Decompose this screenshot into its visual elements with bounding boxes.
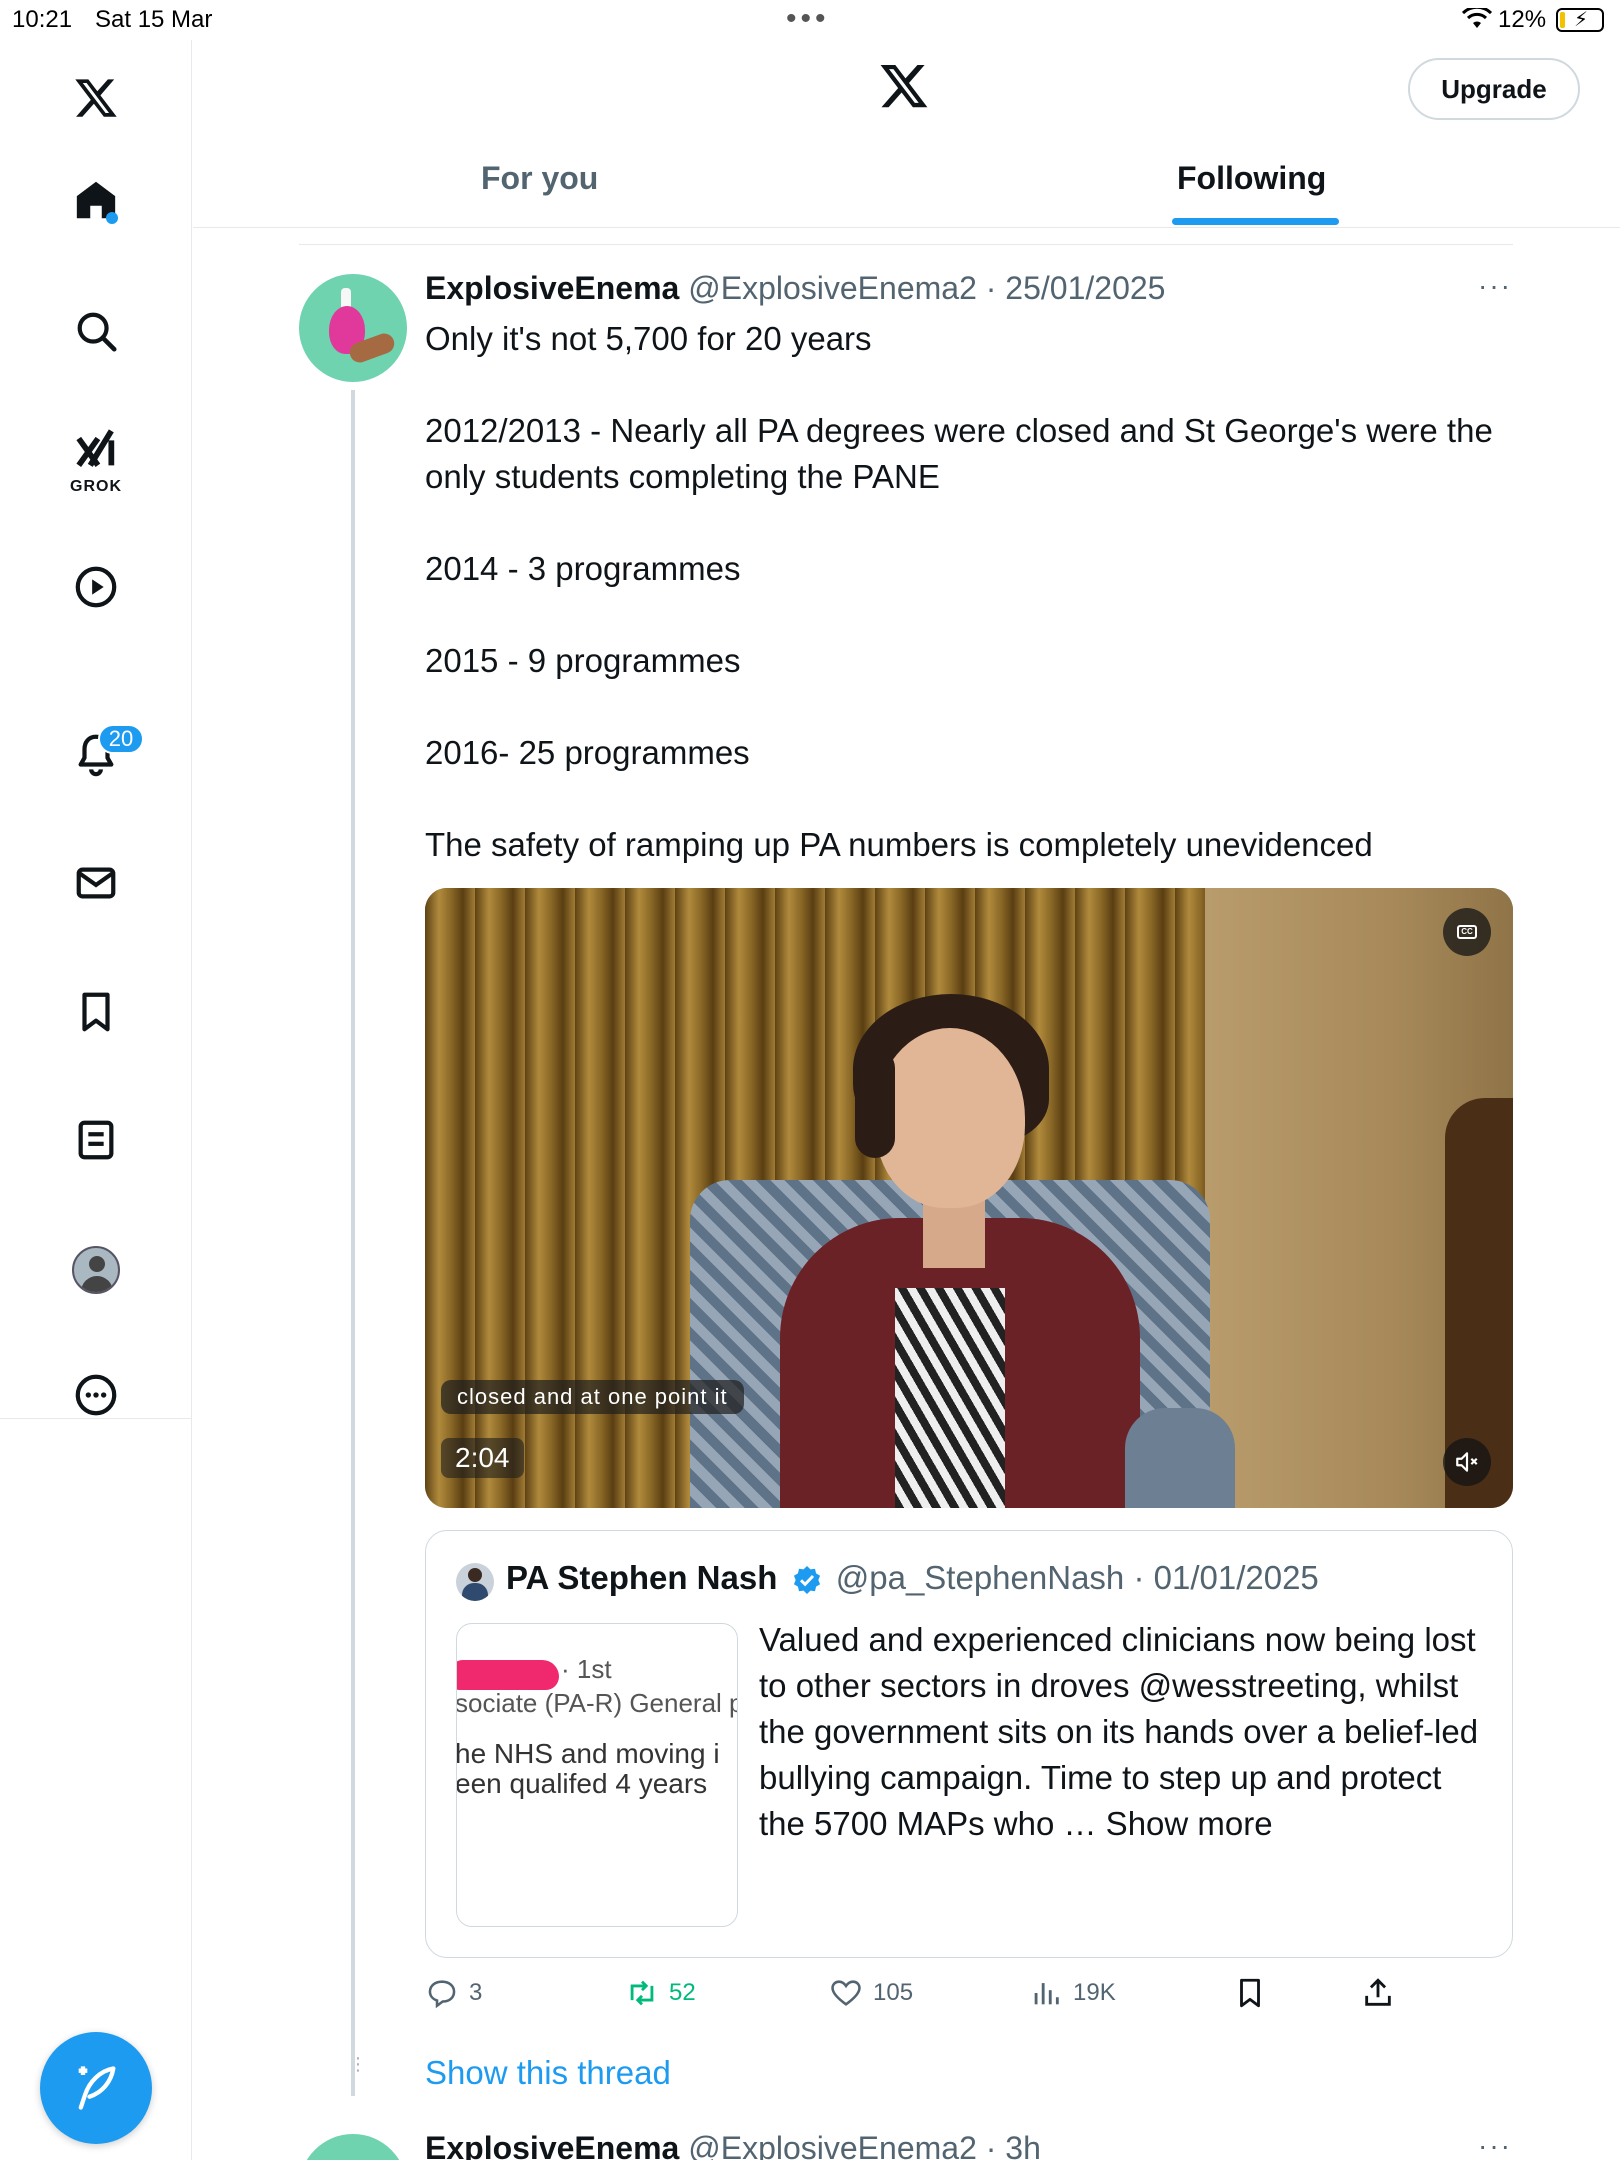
tweet-line: 2014 - 3 programmes [425,550,741,587]
share-icon [1365,1978,1391,2006]
tweet-line: 2016- 25 programmes [425,734,750,771]
author-name[interactable]: ExplosiveEnema [425,270,679,306]
retweet-icon [630,1980,654,2006]
tweet-line: Only it's not 5,700 for 20 years [425,320,872,357]
like-button[interactable]: 105 [829,1976,913,2010]
video-icon[interactable] [66,557,126,617]
quoted-tweet[interactable]: PA Stephen Nash @pa_StephenNash · 01/01/… [425,1530,1513,1958]
video-caption: closed and at one point it [441,1380,744,1414]
upgrade-button[interactable]: Upgrade [1408,58,1580,120]
sidebar-divider [0,1418,192,1419]
author-handle[interactable]: @ExplosiveEnema2 [688,2130,977,2160]
views-button[interactable]: 19K [1029,1976,1116,2010]
thumb-text: sociate (PA-R) General p [456,1688,738,1718]
feed-divider [299,244,1513,245]
cc-icon: CC [1457,925,1477,939]
author-avatar[interactable] [299,2134,407,2160]
video-duration: 2:04 [441,1438,524,1478]
lists-icon[interactable] [66,1110,126,1170]
tweet-text: Only it's not 5,700 for 20 years 2012/20… [425,316,1515,868]
quoted-author-handle: @pa_StephenNash [835,1559,1125,1596]
analytics-icon [1034,1983,1059,2005]
tab-following[interactable]: Following [1177,160,1326,197]
status-date: Sat 15 Mar [95,6,213,33]
tab-for-you[interactable]: For you [481,160,598,197]
tweet-line: The safety of ramping up PA numbers is c… [425,826,1373,863]
retweet-count: 52 [669,1979,696,2006]
show-thread-link[interactable]: Show this thread [425,2054,671,2092]
more-icon[interactable] [66,1365,126,1425]
quoted-tweet-image[interactable]: · 1st sociate (PA-R) General p he NHS an… [456,1623,738,1927]
separator: · [976,270,1006,306]
heart-icon [831,1980,861,2006]
share-button[interactable] [1361,1976,1405,2010]
speaker-muted-icon [1456,1452,1478,1472]
grok-label: GROK [70,478,122,495]
search-icon[interactable] [66,301,126,361]
retweet-button[interactable]: 52 [625,1976,696,2010]
verified-badge-icon [793,1566,820,1595]
x-logo-icon[interactable] [66,68,126,128]
compose-button[interactable] [40,2032,152,2144]
bookmark-icon [1240,1978,1260,2008]
multitasking-dots-icon[interactable]: ••• [786,2,830,36]
compose-icon [78,2066,116,2110]
notifications-badge: 20 [98,724,144,754]
separator: · [1124,1559,1154,1596]
thread-line [351,390,355,2096]
thumb-text: he NHS and moving i [456,1738,720,1769]
quoted-tweet-header: PA Stephen Nash @pa_StephenNash · 01/01/… [506,1559,1319,1597]
timeline-header: Upgrade For you Following [193,40,1620,228]
battery-icon: ⚡ [1556,8,1604,32]
x-logo-icon [880,64,928,108]
bookmark-button[interactable] [1233,1976,1277,2010]
quoted-tweet-date: 01/01/2025 [1153,1559,1319,1596]
author-avatar[interactable] [299,274,407,382]
grok-icon[interactable] [66,420,126,480]
wifi-icon [1462,8,1492,28]
home-unread-dot [106,212,118,224]
author-name[interactable]: ExplosiveEnema [425,2130,679,2160]
separator: · [976,2130,1006,2160]
more-options-icon[interactable]: ··· [1478,2130,1512,2160]
more-options-icon[interactable]: ··· [1478,270,1512,302]
tweet-actions: 3 52 105 19K [425,1976,1515,2020]
mail-icon[interactable] [66,853,126,913]
like-count: 105 [873,1979,914,2006]
tweet-line: 2012/2013 - Nearly all PA degrees were c… [425,412,1493,495]
author-handle[interactable]: @ExplosiveEnema2 [688,270,977,306]
reply-count: 3 [469,1979,483,2006]
thumb-text: · 1st [561,1654,612,1684]
profile-icon[interactable] [72,1246,120,1294]
mute-button[interactable] [1443,1438,1491,1486]
bookmark-icon[interactable] [66,982,126,1042]
reply-icon [428,1980,456,2009]
quoted-author-name: PA Stephen Nash [506,1559,778,1596]
tweet-line: 2015 - 9 programmes [425,642,741,679]
status-bar: 10:21 Sat 15 Mar ••• 12% ⚡ [0,0,1620,40]
view-count: 19K [1073,1979,1116,2006]
redacted-name-scribble [457,1660,559,1690]
captions-button[interactable]: CC [1443,908,1491,956]
status-time: 10:21 [12,6,73,33]
tweet-time[interactable]: 3h [1005,2130,1041,2160]
sidebar: GROK 20 [0,40,192,2160]
thumb-text: een qualifed 4 years [456,1768,708,1799]
quoted-author-avatar [456,1563,494,1601]
battery-percent: 12% [1498,6,1547,33]
tweet-date[interactable]: 25/01/2025 [1005,270,1165,306]
active-tab-indicator [1172,218,1339,225]
reply-button[interactable]: 3 [425,1976,482,2010]
thread-gap-dots: ⋮ [349,2054,367,2074]
quoted-tweet-text: Valued and experienced clinicians now be… [759,1621,1479,1842]
tweet-header: ExplosiveEnema @ExplosiveEnema2 · 25/01/… [425,270,1165,307]
video-player[interactable]: CC closed and at one point it 2:04 [425,888,1513,1508]
tweet-header: ExplosiveEnema @ExplosiveEnema2 · 3h [425,2130,1041,2160]
